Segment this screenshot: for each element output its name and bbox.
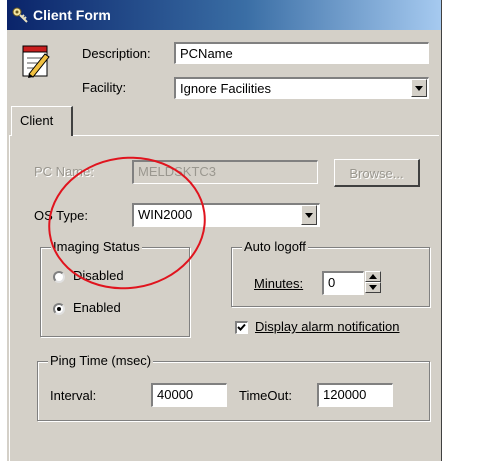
tab-client-label: Client <box>20 113 54 128</box>
imaging-enabled-radio[interactable] <box>53 303 65 315</box>
description-label: Description: <box>82 46 151 61</box>
os-type-select[interactable]: WIN2000 <box>132 203 320 227</box>
timeout-input[interactable]: 120000 <box>317 383 393 407</box>
imaging-disabled-radio[interactable] <box>53 271 65 283</box>
client-form-window: Client Form Description: PCName Facility… <box>6 0 442 461</box>
pc-name-input: MELDSKTC3 <box>132 160 318 184</box>
pc-name-label: PC Name: <box>34 164 94 179</box>
spin-down-button[interactable] <box>365 282 381 293</box>
os-type-label: OS Type: <box>34 208 88 223</box>
facility-value: Ignore Facilities <box>180 81 272 96</box>
minutes-label: Minutes: <box>254 276 303 291</box>
browse-button-label: Browse... <box>349 166 404 181</box>
os-type-dropdown-button[interactable] <box>301 205 317 225</box>
tab-client[interactable]: Client <box>11 106 73 136</box>
title-bar[interactable]: Client Form <box>7 0 441 30</box>
display-alarm-label[interactable]: Display alarm notification <box>255 319 400 334</box>
interval-label: Interval: <box>50 388 97 403</box>
chevron-up-icon <box>369 274 377 279</box>
ping-time-legend: Ping Time (msec) <box>48 353 154 368</box>
facility-select[interactable]: Ignore Facilities <box>174 77 429 99</box>
window-title: Client Form <box>33 7 111 23</box>
minutes-input[interactable]: 0 <box>322 271 364 295</box>
browse-button: Browse... <box>334 159 420 187</box>
client-tab-panel: PC Name: MELDSKTC3 Browse... OS Type: WI… <box>9 135 439 461</box>
interval-input[interactable]: 40000 <box>151 383 227 407</box>
description-input[interactable]: PCName <box>174 42 429 64</box>
ping-time-group: Ping Time (msec) Interval: 40000 TimeOut… <box>37 353 430 421</box>
auto-logoff-legend: Auto logoff <box>242 239 308 254</box>
chevron-down-icon <box>305 212 313 218</box>
minutes-label-text: Minutes: <box>254 276 304 291</box>
facility-label: Facility: <box>82 80 127 95</box>
radio-selected-dot <box>57 307 61 311</box>
key-icon <box>12 7 28 23</box>
os-type-value: WIN2000 <box>138 207 193 222</box>
minutes-spinner[interactable] <box>365 271 381 293</box>
notepad-pen-icon <box>22 45 50 78</box>
imaging-status-group: Imaging Status Disabled Enabled <box>40 239 190 337</box>
imaging-disabled-label[interactable]: Disabled <box>73 268 124 283</box>
timeout-label: TimeOut: <box>239 388 292 403</box>
chevron-down-icon <box>369 285 377 290</box>
imaging-enabled-label[interactable]: Enabled <box>73 300 121 315</box>
auto-logoff-group: Auto logoff Minutes: 0 <box>231 239 430 307</box>
checkmark-icon <box>237 323 246 331</box>
imaging-status-legend: Imaging Status <box>51 239 142 254</box>
display-alarm-checkbox[interactable] <box>235 321 248 334</box>
chevron-down-icon <box>415 85 423 91</box>
facility-dropdown-button[interactable] <box>411 79 427 97</box>
spin-up-button[interactable] <box>365 271 381 282</box>
